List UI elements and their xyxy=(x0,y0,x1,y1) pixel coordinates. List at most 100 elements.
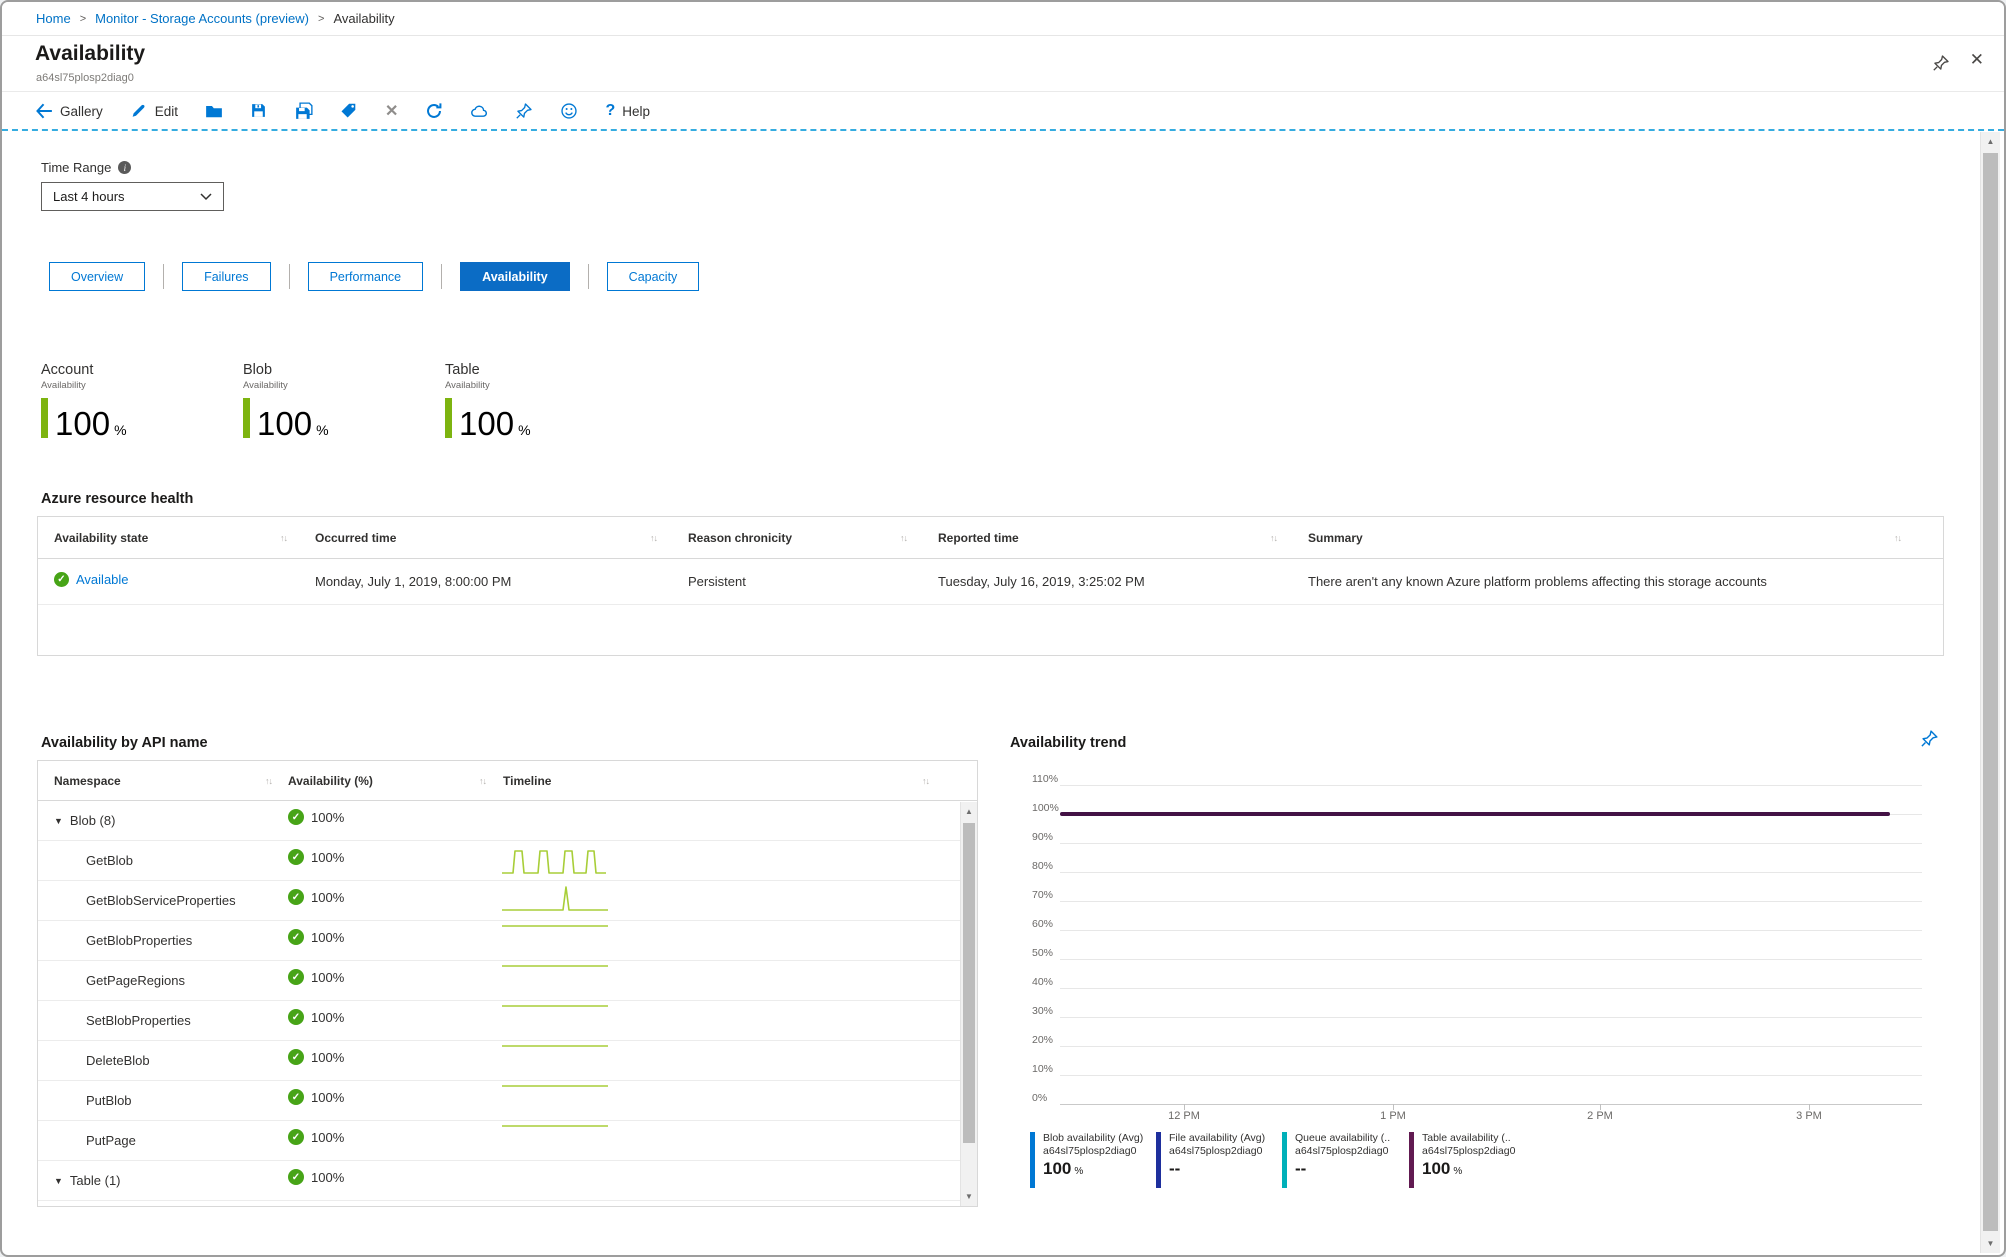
gallery-button[interactable]: Gallery xyxy=(35,102,103,120)
cloud-icon xyxy=(470,102,488,120)
close-icon[interactable]: ✕ xyxy=(1970,50,1984,70)
tab-capacity[interactable]: Capacity xyxy=(606,262,700,291)
gridline xyxy=(1060,930,1922,931)
legend-value: 100 xyxy=(1043,1159,1072,1178)
col-reported-time[interactable]: Reported time xyxy=(938,531,1019,545)
available-check-icon: ✓ xyxy=(54,572,69,587)
api-availability-table: Namespace ↑↓ Availability (%) ↑↓ Timelin… xyxy=(37,760,978,1207)
tile-account-availability: Account Availability 100 % xyxy=(41,362,243,440)
sort-icon[interactable]: ↑↓ xyxy=(900,533,908,543)
tab-availability[interactable]: Availability xyxy=(460,262,570,291)
cancel-x-icon: ✕ xyxy=(385,103,399,120)
discard-button[interactable]: ✕ xyxy=(385,101,398,121)
tile-name: Account xyxy=(41,362,94,378)
col-occurred-time[interactable]: Occurred time xyxy=(315,531,396,545)
namespace-cell: PutBlob xyxy=(86,1093,132,1108)
tile-metric: Availability xyxy=(41,380,86,391)
pin-workbook-button[interactable] xyxy=(515,102,533,120)
col-availability-pct[interactable]: Availability (%) xyxy=(288,774,373,788)
check-icon: ✓ xyxy=(288,1049,304,1065)
help-button[interactable]: ? Help xyxy=(605,102,650,120)
col-namespace[interactable]: Namespace xyxy=(54,774,121,788)
check-icon: ✓ xyxy=(288,889,304,905)
resource-health-table: Availability state ↑↓ Occurred time ↑↓ R… xyxy=(37,516,1944,656)
breadcrumb-separator: > xyxy=(318,12,325,25)
collapse-icon[interactable]: ▼ xyxy=(54,816,63,826)
scroll-up-icon[interactable]: ▲ xyxy=(1981,132,2000,151)
scrollbar-thumb[interactable] xyxy=(963,823,975,1143)
namespace-cell: SetBlobProperties xyxy=(86,1013,191,1028)
legend-resource: a64sl75plosp2diag0 xyxy=(1295,1145,1389,1157)
availability-cell: 100% xyxy=(311,1009,345,1025)
legend-value: -- xyxy=(1295,1159,1307,1178)
time-range-label: Time Range xyxy=(41,160,112,175)
tag-button[interactable] xyxy=(340,102,358,120)
sort-icon[interactable]: ↑↓ xyxy=(922,776,930,786)
auto-refresh-button[interactable] xyxy=(470,102,488,120)
tile-green-bar xyxy=(41,398,48,438)
refresh-icon xyxy=(425,102,443,120)
sort-icon[interactable]: ↑↓ xyxy=(479,776,487,786)
tile-name: Table xyxy=(445,362,480,378)
tab-failures[interactable]: Failures xyxy=(182,262,271,291)
edit-button[interactable]: Edit xyxy=(130,102,178,120)
breadcrumb-home-link[interactable]: Home xyxy=(36,11,71,26)
y-tick-10: 10% xyxy=(1032,1063,1054,1075)
timeline-sparkline xyxy=(502,1085,608,1087)
available-link[interactable]: Available xyxy=(76,572,129,587)
col-timeline[interactable]: Timeline xyxy=(503,774,551,788)
open-button[interactable] xyxy=(205,102,223,120)
save-as-button[interactable] xyxy=(295,102,313,120)
table-scrollbar[interactable]: ▲ ▼ xyxy=(960,802,977,1206)
namespace-cell: GetBlob xyxy=(86,853,133,868)
help-icon: ? xyxy=(605,102,616,119)
api-table-title: Availability by API name xyxy=(41,735,208,751)
legend-series-name: File availability (Avg) xyxy=(1169,1132,1266,1144)
table-row-putblob: PutBlob ✓ 100% xyxy=(38,1081,977,1121)
check-icon: ✓ xyxy=(288,1009,304,1025)
scroll-up-icon[interactable]: ▲ xyxy=(961,802,977,821)
timeline-sparkline xyxy=(502,965,608,967)
legend-value: -- xyxy=(1169,1159,1181,1178)
page-scrollbar[interactable]: ▲ ▼ xyxy=(1980,132,2000,1253)
collapse-icon[interactable]: ▼ xyxy=(54,1176,63,1186)
tab-overview[interactable]: Overview xyxy=(49,262,146,291)
timeline-sparkline xyxy=(502,1125,608,1127)
legend-series-name: Blob availability (Avg) xyxy=(1043,1132,1144,1144)
time-range-select[interactable]: Last 4 hours xyxy=(41,182,224,211)
gridline xyxy=(1060,1017,1922,1018)
x-tick-12pm: 12 PM xyxy=(1168,1110,1200,1122)
col-reason-chronicity[interactable]: Reason chronicity xyxy=(688,531,792,545)
gridline xyxy=(1060,1046,1922,1047)
tile-green-bar xyxy=(445,398,452,438)
tab-performance[interactable]: Performance xyxy=(307,262,424,291)
save-all-icon xyxy=(295,102,313,120)
col-summary[interactable]: Summary xyxy=(1308,531,1363,545)
sort-icon[interactable]: ↑↓ xyxy=(280,533,288,543)
legend-file-availability: File availability (Avg) a64sl75plosp2dia… xyxy=(1156,1132,1278,1188)
reason-chronicity-cell: Persistent xyxy=(688,574,746,589)
sort-icon[interactable]: ↑↓ xyxy=(650,533,658,543)
col-availability-state[interactable]: Availability state xyxy=(54,531,148,545)
scroll-down-icon[interactable]: ▼ xyxy=(961,1187,977,1206)
tag-icon xyxy=(340,102,358,120)
feedback-button[interactable] xyxy=(560,102,578,120)
tab-divider xyxy=(288,264,290,289)
scroll-down-icon[interactable]: ▼ xyxy=(1981,1234,2000,1253)
save-button[interactable] xyxy=(250,102,268,120)
table-row: ✓ Available Monday, July 1, 2019, 8:00:0… xyxy=(38,559,1943,605)
sort-icon[interactable]: ↑↓ xyxy=(1270,533,1278,543)
refresh-button[interactable] xyxy=(425,102,443,120)
pin-blade-icon[interactable] xyxy=(1932,54,1950,72)
edit-label: Edit xyxy=(154,103,179,119)
breadcrumb-monitor-link[interactable]: Monitor - Storage Accounts (preview) xyxy=(95,11,309,26)
y-tick-90: 90% xyxy=(1032,831,1054,843)
chevron-down-icon xyxy=(200,189,212,204)
sort-icon[interactable]: ↑↓ xyxy=(265,776,273,786)
edit-pencil-icon xyxy=(130,102,148,120)
info-icon[interactable]: i xyxy=(118,161,132,174)
sort-icon[interactable]: ↑↓ xyxy=(1894,533,1902,543)
legend-value: 100 xyxy=(1422,1159,1451,1178)
scrollbar-thumb[interactable] xyxy=(1983,153,1998,1231)
pin-chart-icon[interactable] xyxy=(1920,729,1939,748)
